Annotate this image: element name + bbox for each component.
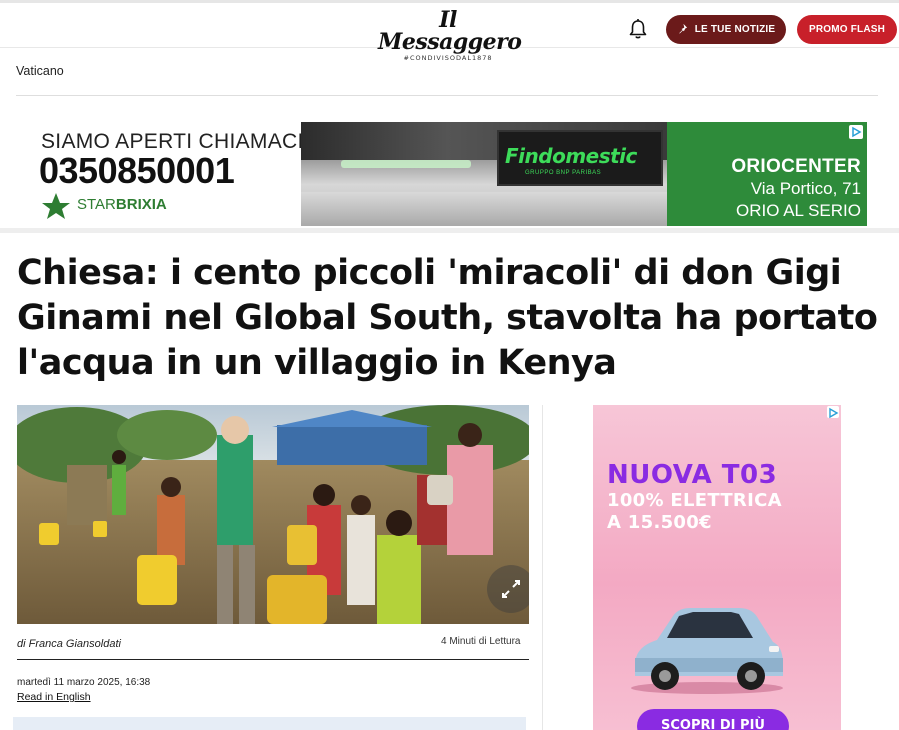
your-news-label: LE TUE NOTIZIE bbox=[694, 24, 776, 35]
breadcrumb-section[interactable]: Vaticano bbox=[16, 64, 64, 78]
top-ad-banner[interactable]: SIAMO APERTI CHIAMACI 0350850001 STARBRI… bbox=[33, 122, 867, 226]
read-in-english-link[interactable]: Read in English bbox=[17, 691, 91, 703]
discover-more-button[interactable]: SCOPRI DI PIÙ bbox=[637, 709, 789, 730]
your-news-button[interactable]: LE TUE NOTIZIE bbox=[666, 15, 786, 44]
promo-flash-button[interactable]: PROMO FLASH bbox=[797, 15, 897, 44]
logo-tagline: #CONDIVISODAL1878 bbox=[403, 54, 493, 62]
photo-illustration bbox=[17, 405, 529, 624]
side-ad-line1: NUOVA T03 bbox=[607, 460, 778, 490]
side-ad-banner[interactable]: NUOVA T03 100% ELETTRICA A 15.500€ SCOPR… bbox=[593, 405, 841, 730]
expand-icon bbox=[502, 580, 520, 598]
pin-icon bbox=[677, 23, 688, 37]
column-divider bbox=[542, 405, 543, 730]
banner-contact-panel: SIAMO APERTI CHIAMACI 0350850001 STARBRI… bbox=[33, 122, 303, 226]
location-name: ORIOCENTER bbox=[731, 156, 861, 177]
address-line1: Via Portico, 71 bbox=[750, 179, 861, 198]
breadcrumb-divider bbox=[16, 95, 878, 96]
article-byline[interactable]: di Franca Giansoldati bbox=[17, 638, 121, 650]
expand-photo-button[interactable] bbox=[487, 565, 529, 613]
star-icon bbox=[41, 192, 71, 220]
store-sign: Findomestic GRUPPO BNP PARIBAS bbox=[497, 130, 663, 186]
banner-brand: STARBRIXIA bbox=[77, 196, 167, 213]
banner-location-panel: ORIOCENTER Via Portico, 71 ORIO AL SERIO bbox=[667, 122, 867, 226]
reading-time: 4 Minuti di Lettura bbox=[441, 636, 521, 647]
logo-name: Il Messaggero bbox=[378, 7, 522, 55]
address-line2: ORIO AL SERIO bbox=[735, 201, 861, 220]
side-ad-line3: A 15.500€ bbox=[607, 512, 712, 533]
article-date: martedì 11 marzo 2025, 16:38 bbox=[17, 677, 151, 688]
store-light bbox=[341, 160, 471, 168]
brand-suffix: BRIXIA bbox=[115, 196, 167, 213]
brand-prefix: STAR bbox=[77, 196, 116, 213]
side-ad-line2: 100% ELETTRICA bbox=[607, 490, 782, 511]
article-photo[interactable] bbox=[17, 405, 529, 624]
top-header: Il Messaggero #CONDIVISODAL1878 LE TUE N… bbox=[0, 0, 899, 62]
store-sign-text: Findomestic bbox=[505, 144, 637, 168]
meta-divider bbox=[17, 659, 529, 660]
banner-store-photo: Findomestic GRUPPO BNP PARIBAS bbox=[301, 122, 667, 226]
store-floor bbox=[301, 192, 667, 226]
store-sign-sub: GRUPPO BNP PARIBAS bbox=[525, 170, 602, 176]
article-title: Chiesa: i cento piccoli 'miracoli' di do… bbox=[17, 253, 878, 383]
car-image bbox=[627, 600, 787, 695]
adchoices-icon[interactable] bbox=[849, 125, 863, 139]
bell-icon[interactable] bbox=[628, 18, 648, 40]
site-logo[interactable]: Il Messaggero #CONDIVISODAL1878 bbox=[378, 7, 522, 62]
content-box bbox=[13, 717, 526, 730]
banner-phone: 0350850001 bbox=[39, 150, 235, 191]
section-divider bbox=[0, 228, 899, 233]
adchoices-icon[interactable] bbox=[827, 406, 839, 419]
